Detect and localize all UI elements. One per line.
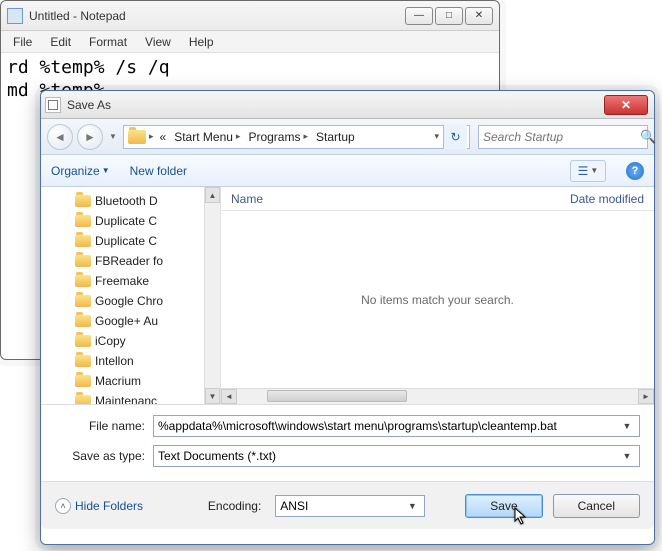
folder-icon (75, 275, 91, 287)
list-item[interactable]: Google Chro (75, 291, 220, 311)
refresh-button[interactable]: ↻ (443, 125, 467, 149)
encoding-select[interactable]: ANSI▼ (275, 495, 425, 517)
tree-scrollbar[interactable]: ▲ ▼ (204, 187, 220, 404)
scroll-up-icon[interactable]: ▲ (205, 187, 220, 203)
menu-format[interactable]: Format (81, 33, 135, 51)
savetype-select[interactable]: Text Documents (*.txt)▼ (153, 445, 640, 467)
toolbar: Organize ▼ New folder ☰▼ ? (41, 155, 654, 187)
encoding-label: Encoding: (208, 499, 261, 513)
dialog-titlebar[interactable]: Save As ✕ (41, 91, 654, 119)
list-item[interactable]: Freemake (75, 271, 220, 291)
minimize-button[interactable]: — (405, 7, 433, 25)
file-list[interactable]: Name Date modified No items match your s… (221, 187, 654, 404)
list-item[interactable]: Duplicate C (75, 211, 220, 231)
list-item[interactable]: Google+ Au (75, 311, 220, 331)
column-date[interactable]: Date modified (570, 192, 644, 206)
organize-button[interactable]: Organize ▼ (51, 164, 110, 178)
maximize-button[interactable]: □ (435, 7, 463, 25)
menu-file[interactable]: File (5, 33, 40, 51)
list-item[interactable]: Bluetooth D (75, 191, 220, 211)
scroll-left-icon[interactable]: ◄ (221, 389, 237, 404)
nav-back-button[interactable]: ◄ (47, 124, 73, 150)
list-item[interactable]: Duplicate C (75, 231, 220, 251)
list-item[interactable]: Maintenanc (75, 391, 220, 404)
folder-icon (75, 375, 91, 387)
crumb-programs[interactable]: Programs▸ (244, 126, 312, 148)
dialog-icon (45, 97, 61, 113)
nav-forward-button[interactable]: ► (77, 124, 103, 150)
new-folder-button[interactable]: New folder (130, 164, 187, 178)
column-headers[interactable]: Name Date modified (221, 187, 654, 211)
menu-view[interactable]: View (137, 33, 179, 51)
folder-tree[interactable]: Bluetooth D Duplicate C Duplicate C FBRe… (41, 187, 221, 404)
crumb-root[interactable]: ▸ (126, 126, 156, 148)
menu-help[interactable]: Help (181, 33, 222, 51)
folder-icon (75, 395, 91, 404)
chevron-down-icon[interactable]: ▼ (619, 451, 635, 461)
folder-icon (128, 130, 146, 144)
column-name[interactable]: Name (231, 192, 570, 206)
scroll-right-icon[interactable]: ► (638, 389, 654, 404)
folder-icon (75, 195, 91, 207)
save-button[interactable]: Save (465, 494, 542, 518)
folder-icon (75, 215, 91, 227)
filename-input[interactable]: %appdata%\microsoft\windows\start menu\p… (153, 415, 640, 437)
chevron-down-icon[interactable]: ▼ (404, 501, 420, 511)
hide-folders-button[interactable]: ˄ Hide Folders (55, 498, 143, 514)
folder-icon (75, 235, 91, 247)
view-options-button[interactable]: ☰▼ (570, 160, 606, 182)
address-bar[interactable]: ▸ « Start Menu▸ Programs▸ Startup ▾ ↻ (123, 125, 470, 149)
folder-icon (75, 335, 91, 347)
crumb-startup[interactable]: Startup (312, 126, 359, 148)
save-as-dialog: Save As ✕ ◄ ► ▼ ▸ « Start Menu▸ Programs… (40, 90, 655, 545)
address-dropdown[interactable]: ▾ (427, 126, 443, 148)
nav-history-dropdown[interactable]: ▼ (107, 124, 119, 150)
file-hscrollbar[interactable]: ◄ ► (221, 388, 654, 404)
nav-bar: ◄ ► ▼ ▸ « Start Menu▸ Programs▸ Startup … (41, 119, 654, 155)
empty-message: No items match your search. (221, 211, 654, 388)
cancel-button[interactable]: Cancel (553, 494, 640, 518)
fields-area: File name: %appdata%\microsoft\windows\s… (41, 405, 654, 481)
bottom-bar: ˄ Hide Folders Encoding: ANSI▼ Save Canc… (41, 481, 654, 529)
dialog-close-button[interactable]: ✕ (604, 95, 648, 115)
dialog-title: Save As (67, 98, 604, 112)
chevron-up-icon: ˄ (55, 498, 71, 514)
notepad-menubar: File Edit Format View Help (1, 31, 499, 53)
folder-icon (75, 315, 91, 327)
notepad-titlebar[interactable]: Untitled - Notepad — □ ✕ (1, 1, 499, 31)
scroll-thumb[interactable] (267, 390, 407, 402)
folder-icon (75, 295, 91, 307)
main-area: Bluetooth D Duplicate C Duplicate C FBRe… (41, 187, 654, 405)
notepad-title: Untitled - Notepad (29, 9, 405, 23)
list-item[interactable]: Intellon (75, 351, 220, 371)
list-item[interactable]: Macrium (75, 371, 220, 391)
notepad-icon (7, 8, 23, 24)
list-item[interactable]: FBReader fo (75, 251, 220, 271)
close-button[interactable]: ✕ (465, 7, 493, 25)
search-icon: 🔍 (640, 129, 656, 145)
search-box[interactable]: 🔍 (478, 125, 648, 149)
crumb-startmenu[interactable]: Start Menu▸ (170, 126, 244, 148)
help-button[interactable]: ? (626, 162, 644, 180)
folder-icon (75, 255, 91, 267)
menu-edit[interactable]: Edit (42, 33, 79, 51)
folder-icon (75, 355, 91, 367)
scroll-down-icon[interactable]: ▼ (205, 388, 220, 404)
savetype-label: Save as type: (55, 449, 153, 463)
search-input[interactable] (483, 130, 640, 144)
crumb-overflow[interactable]: « (156, 126, 171, 148)
chevron-down-icon[interactable]: ▼ (619, 421, 635, 431)
list-item[interactable]: iCopy (75, 331, 220, 351)
filename-label: File name: (55, 419, 153, 433)
